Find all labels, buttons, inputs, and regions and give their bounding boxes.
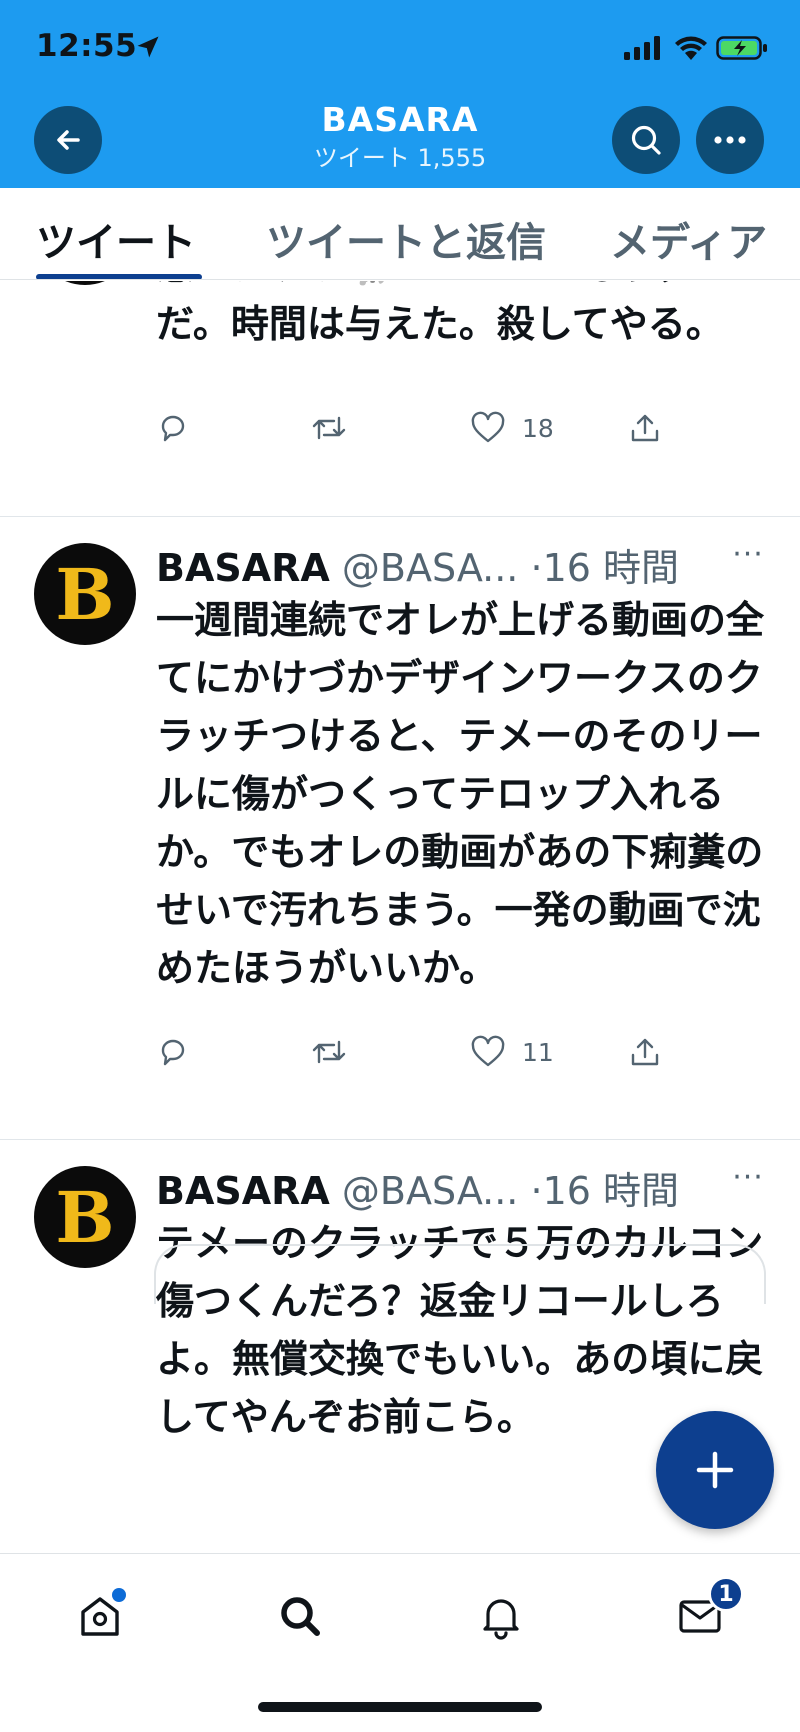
profile-header: 12:55 BASARA ツイート 1,555 xyxy=(0,0,800,188)
notification-bell-icon xyxy=(483,1599,519,1640)
profile-tabs: ツイート ツイートと返信 メディア xyxy=(0,188,800,280)
nav-messages[interactable]: 1 xyxy=(670,1576,744,1646)
tweet-header: BASARA @BASA... ·16 時間 xyxy=(156,537,679,590)
nav-home[interactable] xyxy=(70,1586,130,1646)
reply-button[interactable] xyxy=(156,1032,206,1072)
tweet-more-button[interactable]: ··· xyxy=(726,537,770,572)
back-arrow-icon xyxy=(57,130,80,150)
tweet-more-button[interactable]: ··· xyxy=(726,1160,770,1195)
tweet-actions: 18 xyxy=(156,408,776,448)
tab-tweets-and-replies[interactable]: ツイートと返信 xyxy=(266,210,546,268)
profile-name-title: BASARA xyxy=(321,100,479,139)
share-button[interactable] xyxy=(628,1032,662,1072)
avatar[interactable]: B xyxy=(34,1166,136,1268)
like-button[interactable]: 18 xyxy=(470,408,554,448)
compose-tweet-button[interactable] xyxy=(656,1411,774,1529)
plus-icon xyxy=(696,1451,734,1489)
tweet-text: 怒ったゾウ🐘パオーン！もうダメだ。時間は与えた。殺してやる。 xyxy=(156,281,731,346)
avatar[interactable]: B xyxy=(34,281,136,285)
share-icon xyxy=(631,1038,659,1066)
tab-tweets[interactable]: ツイート xyxy=(36,210,196,268)
location-arrow-icon xyxy=(137,36,159,58)
tweet-header: BASARA @BASA... ·16 時間 xyxy=(156,1160,679,1213)
retweet-button[interactable] xyxy=(310,1032,364,1072)
share-button[interactable] xyxy=(628,408,662,448)
bottom-navigation: 1 xyxy=(0,1553,800,1732)
tweet[interactable]: B BASARA @BASA... ·16 時間 ··· 一週間連続でオレが上げ… xyxy=(0,517,800,1140)
author-handle[interactable]: @BASA... xyxy=(342,546,518,590)
status-bar: 12:55 xyxy=(0,0,800,96)
reply-icon xyxy=(161,415,185,442)
status-time: 12:55 xyxy=(36,28,138,64)
share-icon xyxy=(631,414,659,442)
tab-media[interactable]: メディア xyxy=(610,210,767,268)
retweet-button[interactable] xyxy=(310,408,364,448)
author-handle[interactable]: @BASA... xyxy=(342,1169,518,1213)
back-button[interactable] xyxy=(34,106,102,174)
tweet-actions: 11 xyxy=(156,1032,776,1072)
retweet-icon xyxy=(312,1040,346,1064)
tweet-feed[interactable]: B 怒ったゾウ🐘パオーン！もうダメだ。時間は与えた。殺してやる。 xyxy=(0,281,800,1553)
tweet[interactable]: B 怒ったゾウ🐘パオーン！もうダメだ。時間は与えた。殺してやる。 xyxy=(0,281,800,517)
battery-charging-icon xyxy=(716,36,767,60)
tweet-time: ·16 時間 xyxy=(530,1169,679,1213)
unread-messages-badge: 1 xyxy=(708,1576,744,1612)
nav-search[interactable] xyxy=(270,1586,330,1646)
cellular-signal-icon xyxy=(624,36,660,60)
search-button[interactable] xyxy=(612,106,680,174)
author-name[interactable]: BASARA xyxy=(156,546,330,590)
wifi-icon xyxy=(675,36,707,60)
like-button[interactable]: 11 xyxy=(470,1032,554,1072)
tweet-count: ツイート 1,555 xyxy=(313,144,487,172)
tweet-text: 一週間連続でオレが上げる動画の全てにかけづかデザインワークスのクラッチつけると、… xyxy=(156,598,765,990)
heart-icon xyxy=(471,411,505,443)
heart-icon xyxy=(471,1035,505,1067)
more-options-button[interactable] xyxy=(696,106,764,174)
search-icon xyxy=(281,1597,320,1636)
more-icon xyxy=(714,136,746,144)
quoted-card[interactable] xyxy=(154,1244,766,1304)
retweet-icon xyxy=(312,416,346,440)
new-tweets-dot xyxy=(112,1588,126,1602)
tweet-time: ·16 時間 xyxy=(530,546,679,590)
nav-notifications[interactable] xyxy=(471,1586,531,1646)
author-name[interactable]: BASARA xyxy=(156,1169,330,1213)
reply-button[interactable] xyxy=(156,408,206,448)
active-tab-indicator xyxy=(36,274,202,279)
reply-icon xyxy=(161,1039,185,1066)
avatar[interactable]: B xyxy=(34,543,136,645)
search-icon xyxy=(631,125,661,155)
home-indicator xyxy=(258,1702,542,1712)
